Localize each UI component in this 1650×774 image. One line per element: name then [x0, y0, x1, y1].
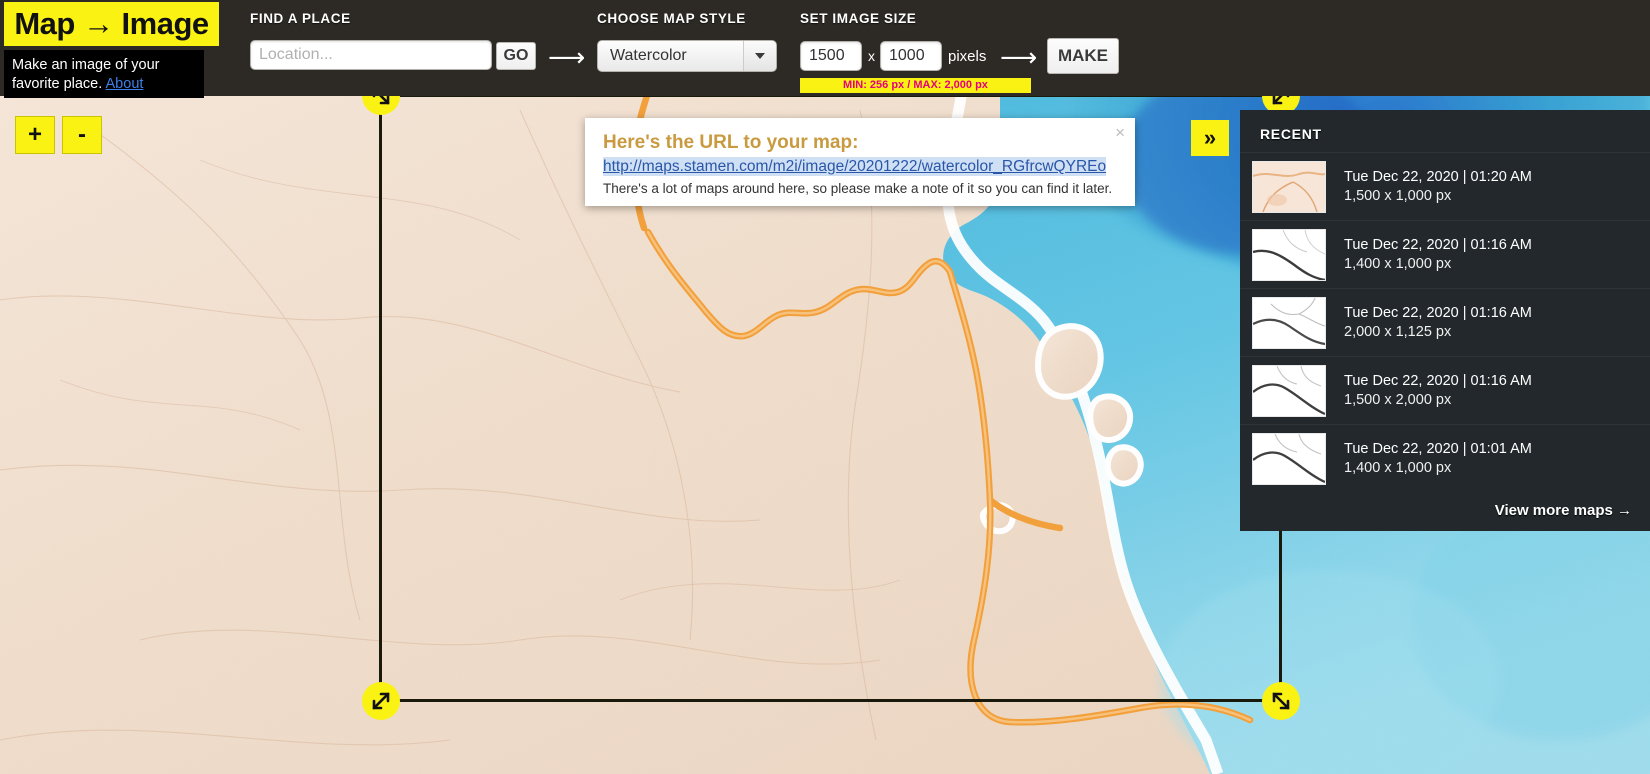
- list-item[interactable]: Tue Dec 22, 2020 | 01:16 AM 1,500 x 2,00…: [1240, 356, 1650, 424]
- recent-size: 1,500 x 1,000 px: [1344, 187, 1452, 204]
- popup-note: There's a lot of maps around here, so pl…: [603, 181, 1113, 196]
- arrow-to-style-icon: ⟶: [548, 42, 586, 72]
- list-item-meta: Tue Dec 22, 2020 | 01:16 AM 1,500 x 2,00…: [1344, 372, 1532, 410]
- resize-arrow-icon: [1272, 692, 1290, 710]
- map-url-link[interactable]: http://maps.stamen.com/m2i/image/2020122…: [603, 157, 1107, 176]
- view-more-maps-link[interactable]: View more maps →: [1495, 502, 1632, 519]
- close-icon[interactable]: ×: [1115, 124, 1125, 141]
- tagline-box: Make an image of your favorite place. Ab…: [4, 50, 204, 98]
- thumbnail: [1252, 228, 1326, 281]
- list-item-meta: Tue Dec 22, 2020 | 01:16 AM 2,000 x 1,12…: [1344, 304, 1532, 342]
- recent-date: Tue Dec 22, 2020 | 01:16 AM: [1344, 304, 1532, 321]
- width-input[interactable]: [800, 41, 862, 71]
- size-limits-note: MIN: 256 px / MAX: 2,000 px: [800, 78, 1031, 93]
- app-logo-text: Map → Image: [14, 6, 209, 41]
- height-input[interactable]: [880, 41, 942, 71]
- thumbnail: [1252, 364, 1326, 417]
- map-style-select[interactable]: Watercolor: [597, 40, 777, 72]
- collapse-panel-button[interactable]: »: [1191, 120, 1229, 156]
- thumbnail: [1252, 296, 1326, 349]
- set-image-size-label: SET IMAGE SIZE: [800, 11, 917, 26]
- watercolor-thumb-icon: [1253, 161, 1325, 212]
- recent-panel-title: RECENT: [1260, 126, 1322, 142]
- recent-size: 1,500 x 2,000 px: [1344, 391, 1452, 408]
- recent-size: 1,400 x 1,000 px: [1344, 459, 1452, 476]
- about-link[interactable]: About: [106, 76, 144, 92]
- toner-thumb-icon: [1253, 229, 1325, 280]
- toner-thumb-icon: [1253, 433, 1325, 484]
- recent-date: Tue Dec 22, 2020 | 01:01 AM: [1344, 440, 1532, 457]
- list-item[interactable]: Tue Dec 22, 2020 | 01:16 AM 2,000 x 1,12…: [1240, 288, 1650, 356]
- chevron-down-icon[interactable]: [743, 41, 776, 71]
- thumbnail: [1252, 432, 1326, 485]
- zoom-out-button[interactable]: -: [62, 116, 102, 154]
- pixels-label: pixels: [948, 48, 987, 65]
- crop-line-bottom: [381, 699, 1281, 702]
- popup-title: Here's the URL to your map:: [603, 132, 859, 153]
- size-x-label: x: [868, 48, 875, 64]
- list-item[interactable]: Tue Dec 22, 2020 | 01:20 AM 1,500 x 1,00…: [1240, 152, 1650, 220]
- resize-arrow-icon: [372, 692, 390, 710]
- crop-handle-bottom-left[interactable]: [362, 682, 400, 720]
- recent-size: 1,400 x 1,000 px: [1344, 255, 1452, 272]
- crop-line-left: [379, 96, 382, 701]
- go-button[interactable]: GO: [496, 42, 536, 70]
- toner-thumb-icon: [1253, 297, 1325, 348]
- list-item[interactable]: Tue Dec 22, 2020 | 01:16 AM 1,400 x 1,00…: [1240, 220, 1650, 288]
- find-a-place-label: FIND A PLACE: [250, 11, 351, 26]
- top-toolbar: Map → Image Make an image of your favori…: [0, 0, 1650, 98]
- recent-panel: RECENT Tue Dec 22, 2020 | 01:20 AM 1,500…: [1240, 110, 1650, 531]
- recent-date: Tue Dec 22, 2020 | 01:16 AM: [1344, 372, 1532, 389]
- list-item-meta: Tue Dec 22, 2020 | 01:20 AM 1,500 x 1,00…: [1344, 168, 1532, 206]
- app-logo[interactable]: Map → Image: [4, 2, 219, 46]
- zoom-in-button[interactable]: +: [15, 116, 55, 154]
- crop-handle-bottom-right[interactable]: [1262, 682, 1300, 720]
- list-item-meta: Tue Dec 22, 2020 | 01:16 AM 1,400 x 1,00…: [1344, 236, 1532, 274]
- recent-date: Tue Dec 22, 2020 | 01:16 AM: [1344, 236, 1532, 253]
- map-style-value: Watercolor: [610, 47, 687, 64]
- toner-thumb-icon: [1253, 365, 1325, 416]
- recent-size: 2,000 x 1,125 px: [1344, 323, 1452, 340]
- thumbnail: [1252, 160, 1326, 213]
- make-button[interactable]: MAKE: [1047, 38, 1119, 74]
- url-popup: × Here's the URL to your map: http://map…: [585, 118, 1135, 206]
- list-item-meta: Tue Dec 22, 2020 | 01:01 AM 1,400 x 1,00…: [1344, 440, 1532, 478]
- search-input[interactable]: [250, 40, 492, 70]
- recent-date: Tue Dec 22, 2020 | 01:20 AM: [1344, 168, 1532, 185]
- list-item[interactable]: Tue Dec 22, 2020 | 01:01 AM 1,400 x 1,00…: [1240, 424, 1650, 492]
- choose-map-style-label: CHOOSE MAP STYLE: [597, 11, 746, 26]
- arrow-to-make-icon: ⟶: [1000, 42, 1038, 72]
